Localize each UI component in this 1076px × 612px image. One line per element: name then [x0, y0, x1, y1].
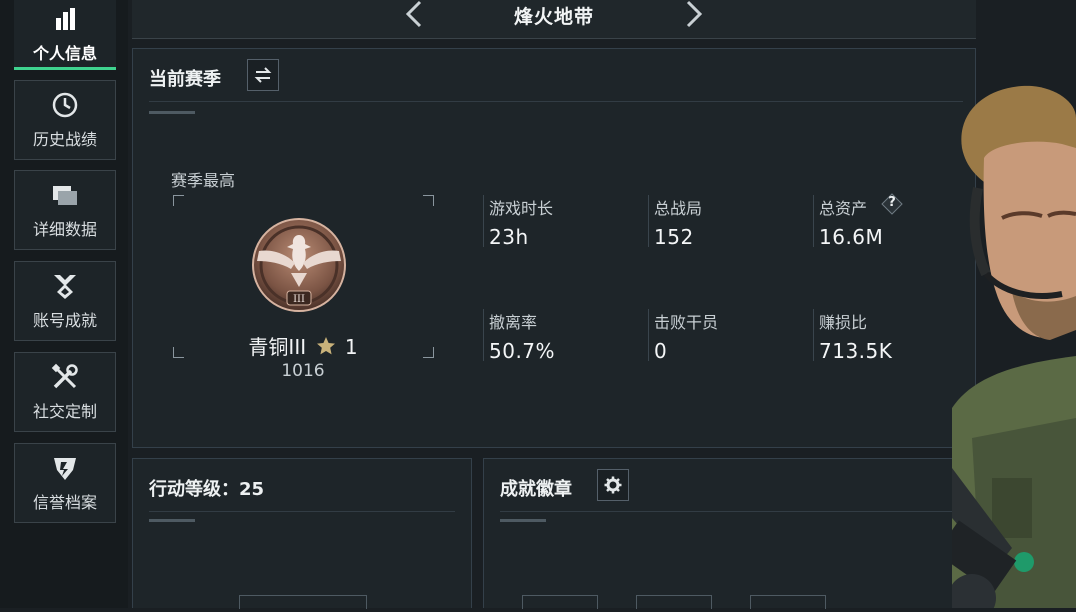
season-best-label: 赛季最高	[171, 171, 236, 190]
sidebar-item-achievements[interactable]: 账号成就	[14, 261, 116, 341]
action-level-panel: 行动等级：25	[132, 458, 472, 609]
stat-divider	[483, 309, 484, 361]
divider	[500, 519, 546, 522]
rank-emblem: III	[251, 211, 347, 321]
season-panel: 当前赛季 赛季最高 III 青铜III 1 1016 游戏时长 23h 总战局 …	[132, 48, 976, 448]
level-progress-frame	[239, 595, 367, 609]
sidebar-item-label: 详细数据	[32, 220, 97, 239]
bar-chart-icon	[50, 4, 80, 34]
folder-icon	[50, 180, 80, 210]
shield-icon	[50, 453, 80, 483]
stat-divider	[483, 195, 484, 247]
sidebar-item-details[interactable]: 详细数据	[14, 170, 116, 250]
divider	[500, 511, 959, 512]
stat-value-kills: 0	[654, 339, 668, 363]
stat-label-extract-rate: 撤离率	[489, 313, 538, 332]
swap-icon	[254, 67, 272, 83]
frame-corner	[423, 195, 434, 206]
rank-line: 青铜III 1	[173, 331, 433, 360]
switch-season-button[interactable]	[247, 59, 279, 91]
bronze-eagle-icon: III	[252, 218, 346, 312]
badges-title: 成就徽章	[500, 479, 572, 500]
rank-numeral: III	[293, 294, 305, 305]
stat-label-assets: 总资产	[819, 199, 868, 218]
stat-divider	[813, 309, 814, 361]
rank-name: 青铜III	[248, 335, 307, 359]
assets-help-button[interactable]: ?	[881, 193, 903, 215]
operator-character	[935, 78, 1076, 612]
mode-header: 烽火地带	[132, 0, 976, 39]
active-indicator	[14, 67, 116, 70]
divider	[149, 111, 195, 114]
sidebar: 个人信息 历史战绩 详细数据 账号成就 社交定制 信誉档案	[0, 0, 128, 608]
sidebar-item-label: 个人信息	[32, 44, 97, 63]
gear-icon	[604, 476, 622, 494]
rank-score: 1016	[281, 361, 325, 381]
stat-value-playtime: 23h	[489, 225, 529, 249]
sidebar-item-profile[interactable]: 个人信息	[14, 0, 116, 70]
mode-title: 烽火地带	[513, 6, 594, 28]
badge-slot[interactable]	[522, 595, 598, 609]
stat-value-extract-rate: 50.7%	[489, 339, 556, 363]
stat-label-matches: 总战局	[654, 199, 703, 218]
rank-stars: 1	[344, 335, 358, 359]
stat-divider	[813, 195, 814, 247]
divider	[149, 101, 963, 102]
season-title: 当前赛季	[149, 69, 221, 90]
tools-icon	[50, 362, 80, 392]
stat-label-playtime: 游戏时长	[489, 199, 554, 218]
sidebar-item-history[interactable]: 历史战绩	[14, 80, 116, 160]
badge-slot[interactable]	[750, 595, 826, 609]
help-mark: ?	[888, 195, 896, 210]
sidebar-item-label: 账号成就	[32, 311, 97, 330]
achievement-icon	[50, 271, 80, 301]
stat-label-kills: 击败干员	[654, 313, 719, 332]
clock-icon	[50, 90, 80, 120]
stat-label-profit-ratio: 赚损比	[819, 313, 868, 332]
stat-value-matches: 152	[654, 225, 694, 249]
star-icon	[317, 337, 336, 355]
stat-divider	[648, 195, 649, 247]
action-level-label: 行动等级：25	[149, 479, 265, 500]
sidebar-item-credit[interactable]: 信誉档案	[14, 443, 116, 523]
stat-value-profit-ratio: 713.5K	[819, 339, 893, 363]
stat-divider	[648, 309, 649, 361]
divider	[149, 519, 195, 522]
sidebar-item-label: 历史战绩	[32, 130, 97, 149]
sidebar-item-social[interactable]: 社交定制	[14, 352, 116, 432]
stat-value-assets: 16.6M	[819, 225, 884, 249]
chevron-right-icon	[686, 0, 703, 28]
badge-settings-button[interactable]	[597, 469, 629, 501]
badge-slot[interactable]	[636, 595, 712, 609]
sidebar-item-label: 社交定制	[32, 402, 97, 421]
next-mode-button[interactable]	[678, 0, 708, 30]
badges-panel: 成就徽章	[483, 458, 976, 609]
divider	[149, 511, 455, 512]
sidebar-item-label: 信誉档案	[32, 493, 97, 512]
frame-corner	[173, 195, 184, 206]
